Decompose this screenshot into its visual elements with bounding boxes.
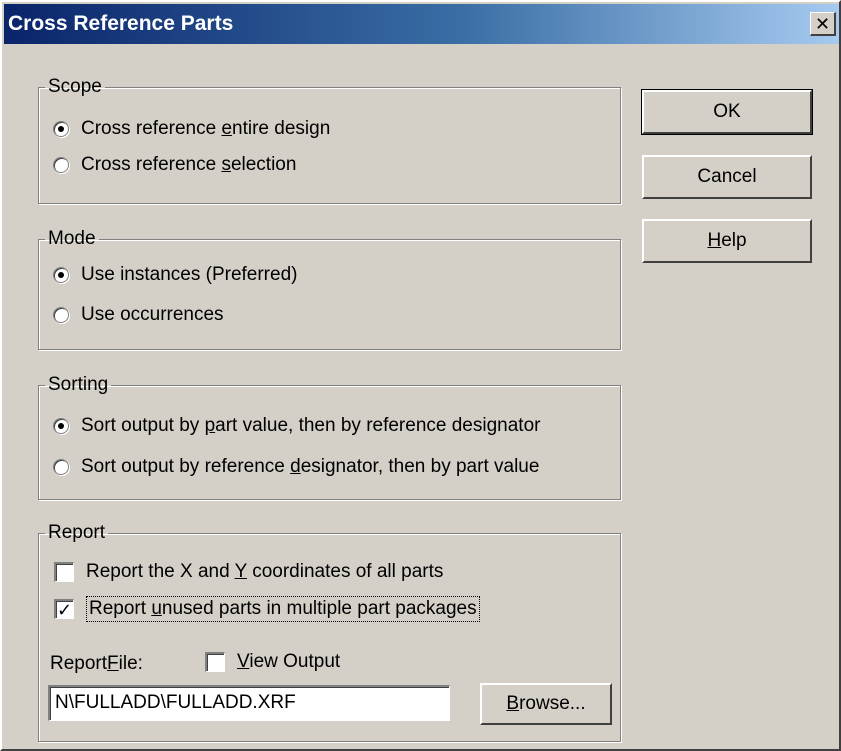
mode-instances-radio[interactable]: Use instances (Preferred) [53,264,297,286]
view-output-checkbox[interactable]: View Output [205,651,340,673]
report-file-label: Report File: [50,653,143,674]
radio-checked-icon [53,267,69,283]
report-legend: Report [48,522,106,543]
dialog-title: Cross Reference Parts [8,12,234,35]
radio-checked-icon [53,121,69,137]
cancel-button[interactable]: Cancel [642,155,812,199]
ok-button[interactable]: OK [641,89,813,135]
mode-group: Mode [38,228,621,350]
cross-reference-parts-dialog: Cross Reference Parts ✕ Scope Cross refe… [0,0,841,751]
close-icon: ✕ [814,13,831,34]
mode-occurrences-label: Use occurrences [81,304,224,325]
report-unused-parts-label: Report unused parts in multiple part pac… [86,596,480,622]
checkbox-unchecked-icon [54,562,74,582]
help-button[interactable]: Help [642,219,812,263]
radio-unchecked-icon [53,157,69,173]
scope-selection-radio[interactable]: Cross reference selection [53,154,296,176]
browse-button[interactable]: Browse... [480,683,612,725]
sorting-legend: Sorting [48,374,109,395]
radio-unchecked-icon [53,307,69,323]
scope-entire-design-label: Cross reference entire design [81,118,331,139]
view-output-label: View Output [237,651,341,672]
mode-occurrences-radio[interactable]: Use occurrences [53,304,224,326]
sort-by-designator-radio[interactable]: Sort output by reference designator, the… [53,456,539,478]
title-bar[interactable]: Cross Reference Parts ✕ [4,4,839,44]
close-button[interactable]: ✕ [810,12,836,36]
browse-button-label: Browse... [506,693,586,714]
check-mark-icon: ✓ [56,599,73,620]
report-xy-coordinates-checkbox[interactable]: Report the X and Y coordinates of all pa… [54,561,443,583]
report-file-input[interactable]: N\FULLADD\FULLADD.XRF [48,685,450,721]
scope-group: Scope [38,76,621,204]
sort-by-designator-label: Sort output by reference designator, the… [81,456,540,477]
scope-selection-label: Cross reference selection [81,154,297,175]
ok-button-label: OK [713,101,741,122]
radio-checked-icon [53,418,69,434]
scope-entire-design-radio[interactable]: Cross reference entire design [53,118,330,140]
radio-unchecked-icon [53,459,69,475]
cancel-button-label: Cancel [697,166,757,187]
scope-legend: Scope [48,76,102,97]
sort-by-part-value-label: Sort output by part value, then by refer… [81,415,541,436]
mode-legend: Mode [48,228,96,249]
sort-by-part-value-radio[interactable]: Sort output by part value, then by refer… [53,415,540,437]
mode-instances-label: Use instances (Preferred) [81,264,298,285]
sorting-group: Sorting [38,374,621,500]
report-xy-coordinates-label: Report the X and Y coordinates of all pa… [86,561,444,582]
report-unused-parts-checkbox[interactable]: ✓ Report unused parts in multiple part p… [54,596,480,622]
checkbox-checked-icon: ✓ [54,599,74,619]
help-button-label: Help [707,230,747,251]
checkbox-unchecked-icon [205,652,225,672]
